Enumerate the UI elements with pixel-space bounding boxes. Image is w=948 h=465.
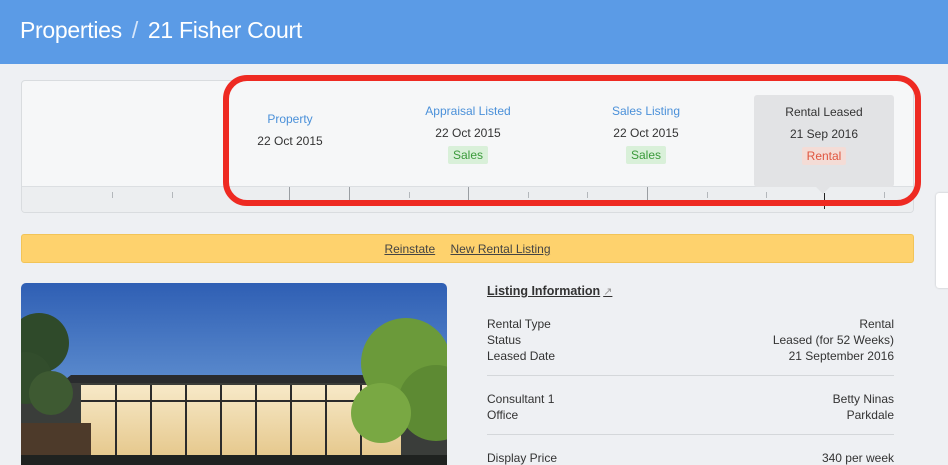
timeline-tick <box>468 187 469 201</box>
event-date: 21 Sep 2016 <box>789 127 859 141</box>
breadcrumb-separator: / <box>131 17 138 43</box>
leased-date-label: Leased Date <box>487 349 556 363</box>
timeline-tick <box>172 192 173 198</box>
event-date: 22 Oct 2015 <box>257 134 323 148</box>
timeline-event-property[interactable]: Property 22 Oct 2015 <box>220 111 360 149</box>
timeline-tick <box>647 187 648 201</box>
consultant-value: Betty Ninas <box>832 392 894 406</box>
status-label: Status <box>487 333 522 347</box>
listing-information-title[interactable]: Listing Information <box>487 284 600 298</box>
timeline-tick <box>289 187 290 201</box>
rental-type-label: Rental Type <box>487 317 551 331</box>
display-price-label: Display Price <box>487 451 558 465</box>
page-title: 21 Fisher Court <box>147 17 302 43</box>
top-bar: Properties / 21 Fisher Court <box>0 0 948 64</box>
listing-information-heading[interactable]: Listing Information ↗ <box>487 284 894 298</box>
timeline-tick <box>884 192 885 198</box>
event-date: 22 Oct 2015 <box>613 126 679 140</box>
divider <box>487 434 894 435</box>
new-rental-listing-link[interactable]: New Rental Listing <box>450 242 550 256</box>
action-bar: Reinstate New Rental Listing <box>21 234 914 263</box>
status-value: Leased (for 52 Weeks) <box>772 333 894 347</box>
breadcrumb-properties-link[interactable]: Properties <box>20 17 122 43</box>
display-price-value: 340 per week <box>821 451 894 465</box>
timeline-tick <box>766 192 767 198</box>
event-name[interactable]: Property <box>220 111 360 127</box>
timeline-event-appraisal-listed[interactable]: Appraisal Listed 22 Oct 2015 Sales <box>398 103 538 164</box>
divider <box>487 375 894 376</box>
timeline-tick <box>112 192 113 198</box>
sales-badge: Sales <box>625 146 667 164</box>
timeline-tick <box>349 187 350 201</box>
price-group: Display Price 340 per week <box>487 450 894 465</box>
rental-badge: Rental <box>801 147 847 165</box>
timeline-tick <box>587 192 588 198</box>
timeline-event-sales-listing[interactable]: Sales Listing 22 Oct 2015 Sales <box>576 103 716 164</box>
leased-date-value: 21 September 2016 <box>788 349 894 363</box>
rental-details-group: Rental Type Rental Status Leased (for 52 W… <box>487 316 894 364</box>
event-name[interactable]: Rental Leased <box>754 104 894 120</box>
timeline-tick <box>409 192 410 198</box>
office-label: Office <box>487 408 519 422</box>
external-link-icon[interactable]: ↗ <box>603 286 612 298</box>
consultant-label: Consultant 1 <box>487 392 555 406</box>
timeline-event-rental-leased[interactable]: Rental Leased 21 Sep 2016 Rental <box>754 95 894 194</box>
timeline-tick <box>707 192 708 198</box>
breadcrumb: Properties / 21 Fisher Court <box>20 17 302 44</box>
active-event-pointer <box>816 187 830 194</box>
sales-badge: Sales <box>447 146 489 164</box>
property-photo <box>21 283 447 465</box>
event-name[interactable]: Sales Listing <box>576 103 716 119</box>
timeline-tick <box>528 192 529 198</box>
right-sidebar-edge <box>936 0 948 465</box>
reinstate-link[interactable]: Reinstate <box>384 242 435 256</box>
consultant-group: Consultant 1 Betty Ninas Office Parkdale <box>487 391 894 423</box>
property-timeline: Property 22 Oct 2015 Appraisal Listed 22… <box>21 80 914 213</box>
rental-type-value: Rental <box>859 317 894 331</box>
event-name[interactable]: Appraisal Listed <box>398 103 538 119</box>
timeline-current-marker <box>824 193 825 209</box>
office-value: Parkdale <box>846 408 894 422</box>
listing-information-panel: Listing Information ↗ Rental Type Rental S… <box>487 284 894 465</box>
event-date: 22 Oct 2015 <box>435 126 501 140</box>
sidebar-card <box>936 193 948 288</box>
